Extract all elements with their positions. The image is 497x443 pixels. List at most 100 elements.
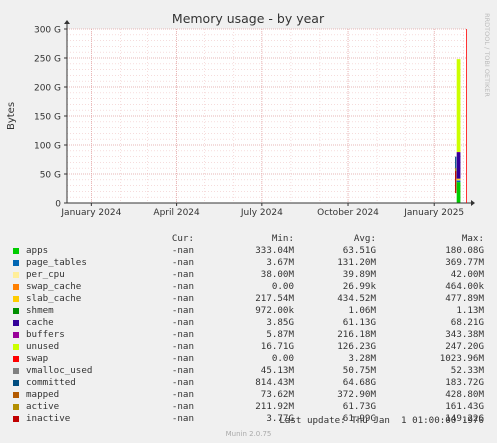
legend-name: buffers	[26, 329, 65, 340]
legend-cur: -nan	[171, 281, 194, 292]
legend-cur: -nan	[171, 365, 194, 376]
chart-title: Memory usage - by year	[172, 11, 325, 26]
stack-segment-apps	[456, 182, 461, 203]
legend-name: apps	[26, 245, 49, 256]
legend-swatch	[13, 392, 19, 398]
legend-avg: 131.20M	[337, 257, 376, 268]
legend-min: 211.92M	[255, 401, 294, 412]
legend-swatch	[13, 260, 19, 266]
legend-min: 0.00	[271, 281, 294, 292]
legend-max: 68.21G	[450, 317, 484, 328]
legend-cur: -nan	[171, 317, 194, 328]
x-tick-label: January 2025	[403, 208, 464, 218]
y-tick-label: 100 G	[34, 142, 61, 152]
legend-swatch	[13, 416, 19, 422]
legend-item-buffers: buffers -nan 5.87M 216.18M 343.38M	[0, 329, 497, 341]
legend-name: mapped	[26, 389, 60, 400]
legend-avg: 39.89M	[342, 269, 376, 280]
legend-header: Cur: Min: Avg: Max:	[0, 233, 497, 245]
stack-segment-cache	[456, 152, 461, 179]
legend-swatch	[13, 356, 19, 362]
legend-swatch	[13, 332, 19, 338]
legend-cur: -nan	[171, 293, 194, 304]
y-tick-label: 150 G	[34, 113, 61, 123]
legend-item-mapped: mapped -nan 73.62M 372.90M 428.80M	[0, 389, 497, 401]
legend-cur: -nan	[171, 305, 194, 316]
legend-max: 161.43G	[445, 401, 484, 412]
legend-name: page_tables	[26, 257, 87, 268]
legend-swatch	[13, 272, 19, 278]
legend-item-swap-cache: swap_cache -nan 0.00 26.99k 464.00k	[0, 281, 497, 293]
legend-cur: -nan	[171, 269, 194, 280]
legend-min: 333.04M	[255, 245, 294, 256]
legend-item-cache: cache -nan 3.85G 61.13G 68.21G	[0, 317, 497, 329]
legend-max: 1.13M	[456, 305, 484, 316]
x-tick-label: October 2024	[317, 208, 379, 218]
legend-item-unused: unused -nan 16.71G 126.23G 247.20G	[0, 341, 497, 353]
legend-header-avg: Avg:	[353, 233, 376, 244]
y-tick-label: 250 G	[34, 55, 61, 65]
legend-name: active	[26, 401, 60, 412]
legend-max: 42.00M	[450, 269, 484, 280]
y-axis-arrow	[64, 20, 70, 24]
legend-name: unused	[26, 341, 60, 352]
legend-min: 972.00k	[255, 305, 294, 316]
legend: Cur: Min: Avg: Max: apps -nan 333.04M 63.51…	[0, 233, 497, 425]
legend-avg: 1.06M	[348, 305, 376, 316]
legend-max: 180.08G	[445, 245, 484, 256]
legend-min: 5.87M	[266, 329, 294, 340]
stack-segment-buffers	[456, 151, 461, 153]
last-update: Last update: Thu Jan 1 01:00:00 1970	[279, 415, 484, 426]
legend-max: 247.20G	[445, 341, 484, 352]
legend-max: 1023.96M	[439, 353, 484, 364]
y-tick-label: 200 G	[34, 84, 61, 94]
legend-item-committed: committed -nan 814.43M 64.68G 183.72G	[0, 377, 497, 389]
legend-name: inactive	[26, 413, 71, 424]
x-tick-label: July 2024	[240, 208, 283, 218]
legend-max: 464.00k	[445, 281, 484, 292]
legend-min: 3.85G	[266, 317, 294, 328]
legend-avg: 63.51G	[342, 245, 376, 256]
legend-min: 3.67M	[266, 257, 294, 268]
legend-avg: 434.52M	[337, 293, 376, 304]
legend-avg: 50.75M	[342, 365, 376, 376]
legend-item-active: active -nan 211.92M 61.73G 161.43G	[0, 401, 497, 413]
legend-name: committed	[26, 377, 76, 388]
legend-swatch	[13, 344, 19, 350]
munin-version: Munin 2.0.75	[225, 430, 272, 438]
y-axis-label: Bytes	[6, 102, 17, 130]
legend-cur: -nan	[171, 413, 194, 424]
legend-swatch	[13, 308, 19, 314]
y-tick-labels: 0 50 G 100 G 150 G 200 G 250 G 300 G	[34, 26, 61, 210]
legend-min: 73.62M	[260, 389, 294, 400]
y-tick-label: 50 G	[40, 171, 61, 181]
x-tick-label: April 2024	[153, 208, 200, 218]
stack-segment-page-tables	[456, 180, 461, 183]
legend-min: 217.54M	[255, 293, 294, 304]
legend-avg: 26.99k	[342, 281, 376, 292]
legend-avg: 126.23G	[337, 341, 376, 352]
legend-item-per-cpu: per_cpu -nan 38.00M 39.89M 42.00M	[0, 269, 497, 281]
legend-swatch	[13, 404, 19, 410]
x-tick-labels: January 2024 April 2024 July 2024 October 2…	[60, 208, 464, 218]
legend-cur: -nan	[171, 389, 194, 400]
rrdtool-watermark: RRDTOOL / TOBI OETIKER	[483, 13, 491, 97]
legend-name: vmalloc_used	[26, 365, 93, 376]
legend-avg: 64.68G	[342, 377, 376, 388]
legend-name: per_cpu	[26, 269, 65, 280]
stack-segment-unused	[456, 59, 461, 152]
legend-cur: -nan	[171, 353, 194, 364]
legend-name: cache	[26, 317, 54, 328]
legend-swatch	[13, 296, 19, 302]
legend-max: 52.33M	[450, 365, 484, 376]
legend-swatch	[13, 248, 19, 254]
legend-max: 343.38M	[445, 329, 484, 340]
legend-item-shmem: shmem -nan 972.00k 1.06M 1.13M	[0, 305, 497, 317]
legend-item-apps: apps -nan 333.04M 63.51G 180.08G	[0, 245, 497, 257]
x-tick-label: January 2024	[60, 208, 121, 218]
stack-segment-slab-cache	[456, 178, 461, 180]
legend-swatch	[13, 320, 19, 326]
legend-header-cur: Cur:	[171, 233, 194, 244]
legend-min: 38.00M	[260, 269, 294, 280]
legend-cur: -nan	[171, 377, 194, 388]
